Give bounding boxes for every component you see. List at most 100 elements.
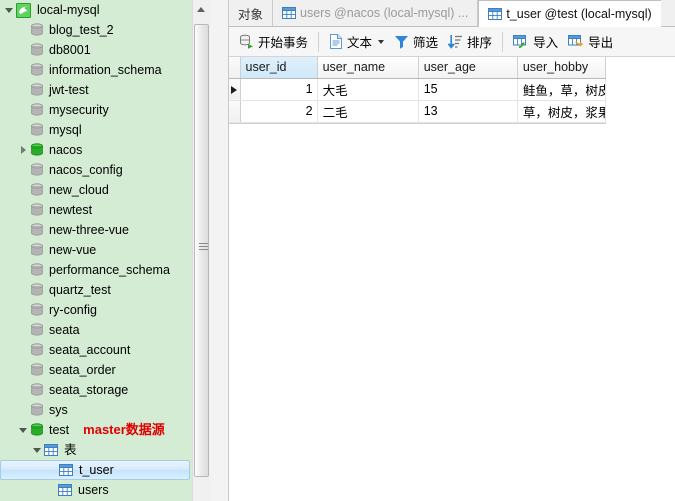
table-icon bbox=[44, 444, 58, 456]
tree-item-label: users bbox=[78, 483, 109, 497]
tree-item-mysql[interactable]: mysql bbox=[0, 120, 210, 140]
table-cell[interactable]: 草，树皮，浆果 bbox=[517, 100, 607, 123]
database-icon bbox=[31, 282, 43, 296]
tree-item-nacos[interactable]: nacos bbox=[0, 140, 210, 160]
tree-item-new-three-vue[interactable]: new-three-vue bbox=[0, 220, 210, 240]
scrollbar-thumb[interactable] bbox=[194, 24, 209, 477]
tree-item-quartz_test[interactable]: quartz_test bbox=[0, 280, 210, 300]
tree-item-newtest[interactable]: newtest bbox=[0, 200, 210, 220]
scroll-up-arrow-icon[interactable] bbox=[193, 0, 210, 17]
tree-item-local-mysql[interactable]: local-mysql bbox=[0, 0, 210, 20]
tree-item-test[interactable]: test master数据源 bbox=[0, 420, 210, 440]
toolbar-separator bbox=[318, 31, 320, 52]
toolbar-button-filter[interactable]: 筛选 bbox=[389, 30, 443, 54]
table-row[interactable]: 1 大毛 15 鲑鱼，草，树皮 bbox=[229, 78, 607, 101]
nav Content-window: local-mysql blog_test_2 db8001 information_… bbox=[0, 0, 675, 501]
database-icon bbox=[31, 382, 43, 396]
database-icon bbox=[31, 222, 43, 236]
column-header-user_id[interactable]: user_id bbox=[240, 57, 318, 79]
tree-item-jwt-test[interactable]: jwt-test bbox=[0, 80, 210, 100]
tree-item-seata_storage[interactable]: seata_storage bbox=[0, 380, 210, 400]
tree-item-label: quartz_test bbox=[49, 283, 111, 297]
table-row[interactable]: 2 二毛 13 草，树皮，浆果 bbox=[229, 100, 607, 123]
table-cell[interactable]: 大毛 bbox=[317, 78, 419, 101]
editor-tabs[interactable]: users @nacos (local-mysql) ... t_user @te… bbox=[273, 0, 661, 27]
table-cell[interactable]: 二毛 bbox=[317, 100, 419, 123]
editor-tab-label: t_user @test (local-mysql) bbox=[506, 7, 652, 21]
tree-item-information_schema[interactable]: information_schema bbox=[0, 60, 210, 80]
database-icon bbox=[31, 242, 43, 256]
tree-item-db8001[interactable]: db8001 bbox=[0, 40, 210, 60]
tree-item-t_user[interactable]: t_user bbox=[0, 460, 190, 480]
row-indicator[interactable] bbox=[229, 100, 241, 123]
toolbar-button-begin-transaction[interactable]: 开始事务 bbox=[234, 30, 313, 54]
tree-item-seata_account[interactable]: seata_account bbox=[0, 340, 210, 360]
table-cell[interactable]: 15 bbox=[418, 78, 518, 101]
column-header-user_name[interactable]: user_name bbox=[317, 57, 419, 79]
tree-item-label: newtest bbox=[49, 203, 93, 217]
tree-item-new-vue[interactable]: new-vue bbox=[0, 240, 210, 260]
tree-item-[interactable]: 表 bbox=[0, 440, 210, 460]
database-icon bbox=[31, 142, 43, 156]
table-cell[interactable]: 1 bbox=[240, 78, 318, 101]
current-row-marker-icon bbox=[231, 85, 237, 94]
toolbar-button-sort[interactable]: 排序 bbox=[443, 30, 497, 54]
editor-tab-active[interactable]: t_user @test (local-mysql) bbox=[478, 0, 661, 27]
table-cell[interactable]: 鲑鱼，草，树皮 bbox=[517, 78, 607, 101]
tab-object-label: 对象 bbox=[238, 7, 264, 22]
tree-vertical-scrollbar[interactable] bbox=[192, 0, 210, 501]
data-table[interactable]: user_id user_name user_age user_hobby 1 大毛 15… bbox=[229, 57, 607, 123]
chevron-down-icon[interactable] bbox=[378, 39, 385, 44]
tree-item-sys[interactable]: sys bbox=[0, 400, 210, 420]
tree-item-ry-config[interactable]: ry-config bbox=[0, 300, 210, 320]
database-icon bbox=[31, 202, 43, 216]
tree-item-nacos_config[interactable]: nacos_config bbox=[0, 160, 210, 180]
tree-item-seata_order[interactable]: seata_order bbox=[0, 360, 210, 380]
toolbar-button-label: 筛选 bbox=[413, 36, 439, 50]
table-cell[interactable]: 2 bbox=[240, 100, 318, 123]
begin-transaction-icon bbox=[240, 34, 253, 49]
expand-arrow-icon[interactable] bbox=[18, 420, 30, 440]
panel-divider[interactable] bbox=[210, 0, 229, 501]
column-header-user_age[interactable]: user_age bbox=[418, 57, 518, 79]
tree-item-seata[interactable]: seata bbox=[0, 320, 210, 340]
database-icon bbox=[31, 82, 43, 96]
grid-toolbar[interactable]: 开始事务 文本 筛选 排序 导入 导出 bbox=[229, 27, 675, 57]
toolbar-button-label: 开始事务 bbox=[258, 36, 309, 50]
tree-item-label: nacos bbox=[49, 143, 83, 157]
tree-item-label: ry-config bbox=[49, 303, 97, 317]
tree-item-performance_schema[interactable]: performance_schema bbox=[0, 260, 210, 280]
toolbar-button-import[interactable]: 导入 bbox=[508, 30, 563, 54]
tab-object[interactable]: 对象 bbox=[229, 0, 274, 26]
tree-item-new_cloud[interactable]: new_cloud bbox=[0, 180, 210, 200]
table-body[interactable]: 1 大毛 15 鲑鱼，草，树皮 2 二毛 13 草，树皮，浆果 bbox=[229, 78, 607, 123]
tab-bar[interactable]: 对象 users @nacos (local-mysql) ... t_user … bbox=[229, 0, 675, 27]
row-indicator[interactable] bbox=[229, 78, 241, 101]
table-cell[interactable]: 13 bbox=[418, 100, 518, 123]
toolbar-button-text[interactable]: 文本 bbox=[324, 30, 389, 54]
tree-item-mysecurity[interactable]: mysecurity bbox=[0, 100, 210, 120]
expand-arrow-icon[interactable] bbox=[18, 140, 30, 160]
tree-item-label: db8001 bbox=[49, 43, 91, 57]
database-icon bbox=[31, 302, 43, 316]
column-header-user_hobby[interactable]: user_hobby bbox=[517, 57, 607, 79]
tree-item-users[interactable]: users bbox=[0, 480, 210, 500]
editor-tab[interactable]: users @nacos (local-mysql) ... bbox=[273, 0, 479, 26]
tree-item-blog_test_2[interactable]: blog_test_2 bbox=[0, 20, 210, 40]
editor-tab-label: users @nacos (local-mysql) ... bbox=[300, 6, 469, 20]
data-grid[interactable]: user_id user_name user_age user_hobby 1 大毛 15… bbox=[229, 57, 607, 124]
tree-list[interactable]: local-mysql blog_test_2 db8001 information_… bbox=[0, 0, 210, 500]
tree-item-label: seata_account bbox=[49, 343, 131, 357]
toolbar-button-export[interactable]: 导出 bbox=[563, 30, 618, 54]
expand-arrow-icon[interactable] bbox=[32, 440, 44, 460]
database-icon bbox=[31, 62, 43, 76]
expand-arrow-icon[interactable] bbox=[4, 0, 16, 20]
database-tree-panel[interactable]: local-mysql blog_test_2 db8001 information_… bbox=[0, 0, 210, 501]
tree-item-label: test bbox=[49, 423, 70, 437]
